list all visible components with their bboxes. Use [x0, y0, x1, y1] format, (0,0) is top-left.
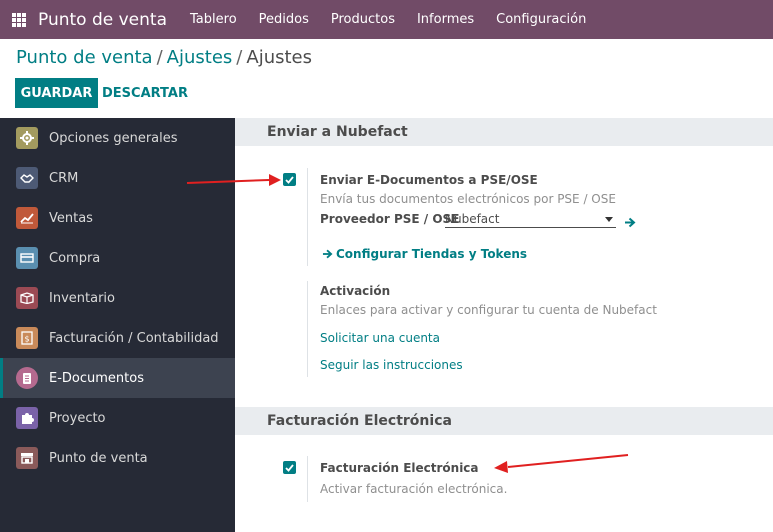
sidebar-item-label: Ventas: [49, 210, 93, 226]
arrow-right-icon: [322, 249, 333, 259]
request-account-link[interactable]: Solicitar una cuenta: [320, 331, 440, 345]
top-navbar: Punto de venta Tablero Pedidos Productos…: [0, 0, 773, 39]
sidebar-item-inventory[interactable]: Inventario: [0, 278, 235, 318]
page-title: Ajustes: [246, 47, 312, 68]
credit-card-icon: [16, 247, 38, 269]
provider-open-link[interactable]: [624, 213, 636, 232]
activation-description: Enlaces para activar y configurar tu cue…: [320, 303, 657, 317]
sidebar-item-crm[interactable]: CRM: [0, 158, 235, 198]
sidebar-item-label: Inventario: [49, 290, 115, 306]
menu-informes[interactable]: Informes: [406, 0, 485, 39]
box-icon: [16, 287, 38, 309]
breadcrumb-separator: /: [236, 47, 243, 68]
gear-icon: [16, 127, 38, 149]
sidebar-item-sales[interactable]: Ventas: [0, 198, 235, 238]
menu-pedidos[interactable]: Pedidos: [248, 0, 320, 39]
einvoice-checkbox[interactable]: [283, 461, 296, 474]
provider-label: Proveedor PSE / OSE: [320, 212, 460, 226]
configure-stores-label: Configurar Tiendas y Tokens: [336, 247, 528, 261]
breadcrumb-separator: /: [156, 47, 163, 68]
check-icon: [285, 175, 294, 184]
activation-label: Activación: [320, 284, 391, 298]
sidebar-item-label: Proyecto: [49, 410, 106, 426]
sidebar-item-pos[interactable]: Punto de venta: [0, 438, 235, 478]
menu-productos[interactable]: Productos: [320, 0, 406, 39]
puzzle-icon: [16, 407, 38, 429]
breadcrumb: Punto de venta / Ajustes / Ajustes: [16, 47, 312, 68]
save-button[interactable]: GUARDAR: [15, 78, 98, 108]
einvoice-description: Activar facturación electrónica.: [320, 482, 508, 496]
follow-instructions-link[interactable]: Seguir las instrucciones: [320, 358, 463, 372]
handshake-icon: [16, 167, 38, 189]
document-icon: [16, 367, 38, 389]
breadcrumb-item-pos[interactable]: Punto de venta: [16, 47, 153, 68]
invoice-icon: $: [16, 327, 38, 349]
chevron-down-icon: [605, 217, 613, 222]
sidebar-item-general[interactable]: Opciones generales: [0, 118, 235, 158]
sidebar-item-purchase[interactable]: Compra: [0, 238, 235, 278]
divider: [307, 168, 308, 266]
provider-value: Nubefact: [445, 212, 500, 226]
sidebar-item-label: Facturación / Contabilidad: [49, 330, 219, 346]
sidebar-item-accounting[interactable]: $ Facturación / Contabilidad: [0, 318, 235, 358]
sidebar-item-edocuments[interactable]: E-Documentos: [0, 358, 235, 398]
sidebar-item-label: Opciones generales: [49, 130, 178, 146]
divider: [307, 456, 308, 502]
section-title-nubefact: Enviar a Nubefact: [235, 118, 773, 146]
breadcrumb-item-settings[interactable]: Ajustes: [167, 47, 233, 68]
send-edocs-checkbox[interactable]: [283, 173, 296, 186]
menu-configuracion[interactable]: Configuración: [485, 0, 597, 39]
apps-grid-icon[interactable]: [12, 12, 26, 27]
arrow-right-icon: [625, 217, 636, 228]
store-icon: [16, 447, 38, 469]
check-icon: [285, 463, 294, 472]
divider: [307, 281, 308, 377]
settings-sidebar: Opciones generales CRM Ventas Compra Inv…: [0, 118, 235, 532]
send-edocs-description: Envía tus documentos electrónicos por PS…: [320, 192, 616, 206]
sidebar-item-label: E-Documentos: [49, 370, 144, 386]
section-title-einvoice: Facturación Electrónica: [235, 407, 773, 435]
chart-line-icon: [16, 207, 38, 229]
sidebar-item-label: Punto de venta: [49, 450, 148, 466]
provider-select[interactable]: Nubefact: [445, 211, 616, 228]
sidebar-item-label: Compra: [49, 250, 101, 266]
app-brand[interactable]: Punto de venta: [38, 10, 167, 30]
settings-main: Enviar a Nubefact Enviar E-Documentos a …: [235, 118, 773, 532]
svg-text:$: $: [24, 335, 29, 344]
discard-button[interactable]: DESCARTAR: [102, 78, 188, 108]
sidebar-item-label: CRM: [49, 170, 79, 186]
einvoice-label: Facturación Electrónica: [320, 461, 479, 475]
sidebar-item-project[interactable]: Proyecto: [0, 398, 235, 438]
menu-tablero[interactable]: Tablero: [179, 0, 248, 39]
configure-stores-link[interactable]: Configurar Tiendas y Tokens: [322, 247, 527, 261]
send-edocs-label: Enviar E-Documentos a PSE/OSE: [320, 173, 538, 187]
